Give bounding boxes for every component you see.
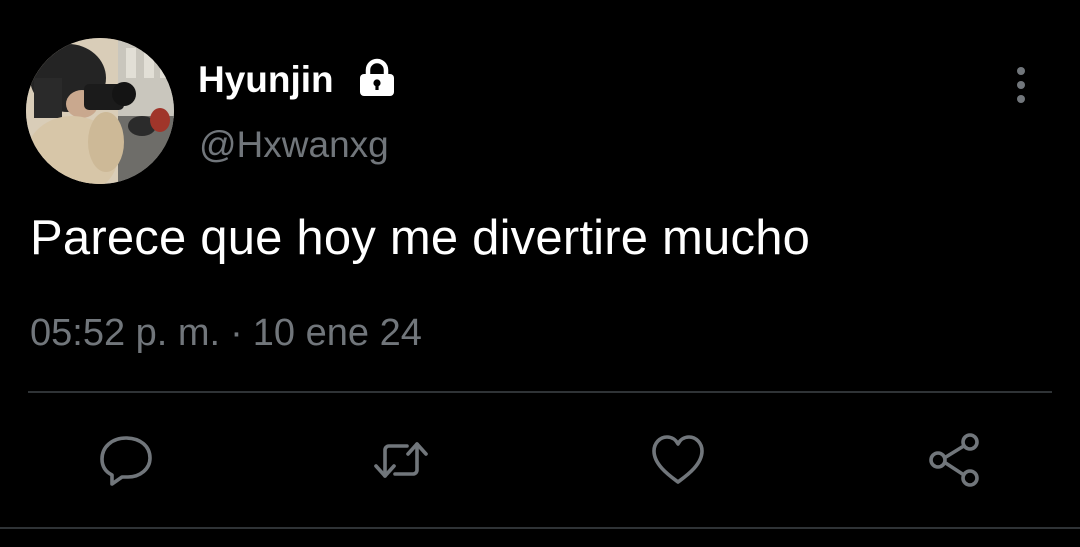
avatar-image <box>26 38 174 184</box>
lock-icon <box>356 58 398 98</box>
tweet-meta: 05:52 p. m. · 10 ene 24 <box>30 312 422 355</box>
reply-icon <box>100 436 152 486</box>
user-handle[interactable]: @Hxwanxg <box>199 124 389 166</box>
like-button[interactable] <box>648 430 708 490</box>
bottom-divider <box>0 527 1080 529</box>
tweet-date[interactable]: 10 ene 24 <box>253 312 422 354</box>
share-button[interactable] <box>924 430 984 490</box>
retweet-button[interactable] <box>371 430 431 490</box>
divider <box>28 391 1052 393</box>
reply-button[interactable] <box>96 430 156 490</box>
share-icon <box>929 433 979 487</box>
display-name-row: Hyunjin <box>198 54 398 106</box>
tweet-detail: Hyunjin @Hxwanxg Parece que hoy me diver… <box>0 0 1080 547</box>
retweet-icon <box>374 442 428 478</box>
avatar[interactable] <box>26 38 174 184</box>
more-options-button[interactable] <box>1004 64 1038 106</box>
meta-separator: · <box>230 312 243 354</box>
display-name[interactable]: Hyunjin <box>198 59 334 101</box>
more-vertical-icon <box>1017 67 1025 103</box>
tweet-text: Parece que hoy me divertire mucho <box>30 211 811 265</box>
tweet-time[interactable]: 05:52 p. m. <box>30 312 220 354</box>
heart-icon <box>652 435 704 484</box>
